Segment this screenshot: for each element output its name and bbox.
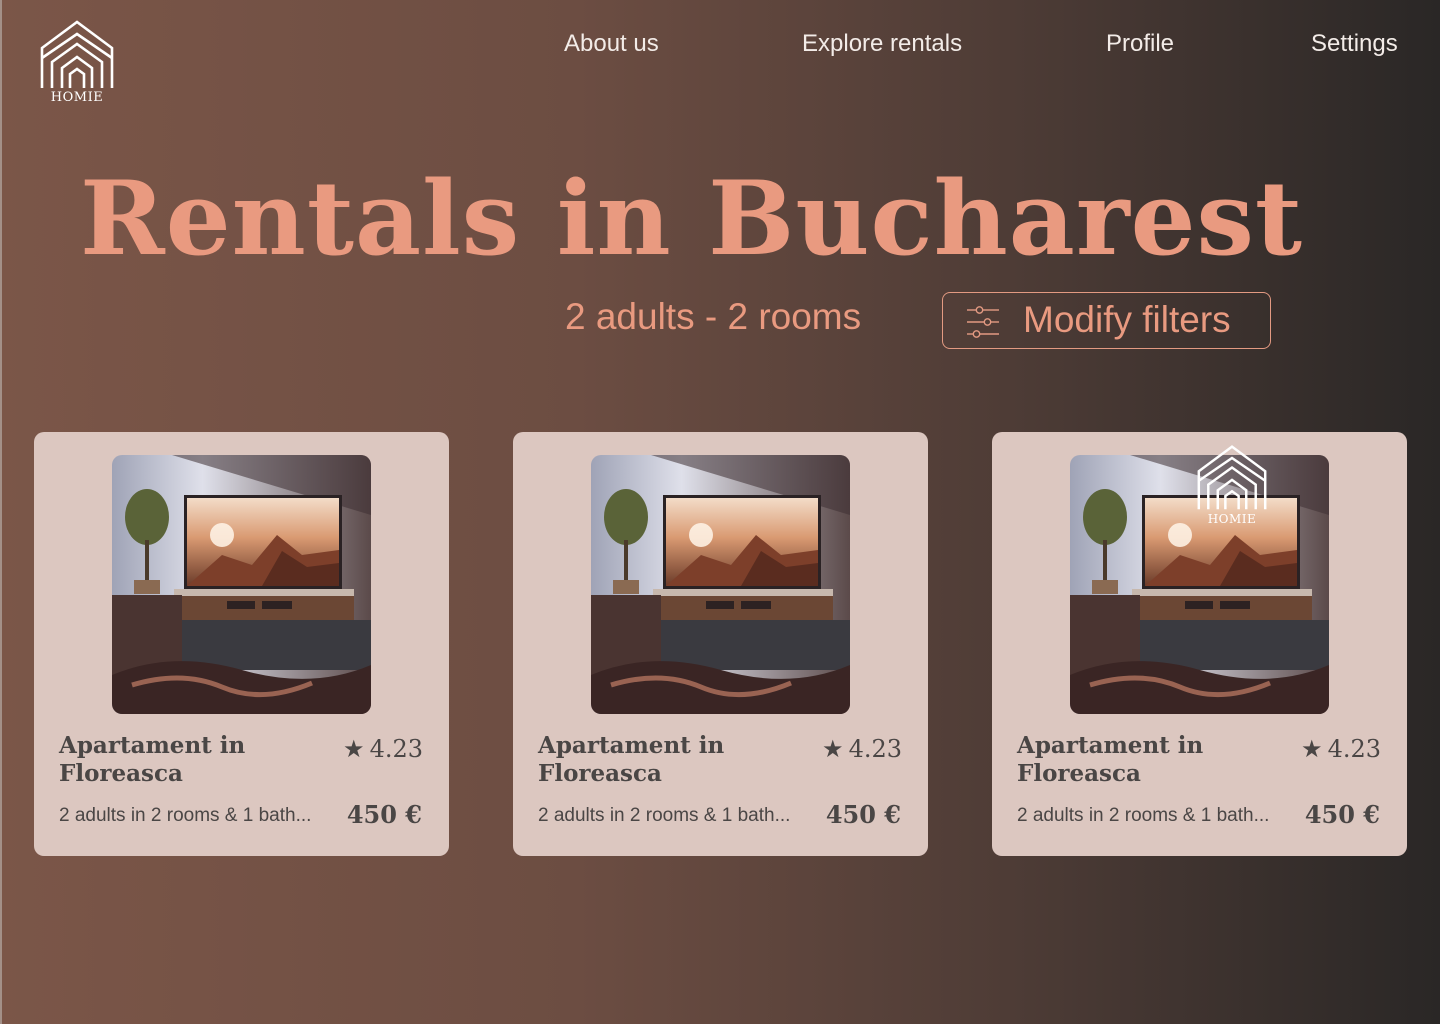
listing-title: Apartament in Floreasca xyxy=(59,732,246,787)
listing-price: 450 € xyxy=(1304,800,1380,829)
listing-description: 2 adults in 2 rooms & 1 bath... xyxy=(538,805,791,826)
modify-filters-label: Modify filters xyxy=(1023,299,1231,340)
main-nav: About us Explore rentals Profile Setting… xyxy=(0,30,1440,60)
house-logo-icon xyxy=(1197,445,1267,510)
listing-rating: ★ 4.23 xyxy=(822,735,902,765)
listing-description: 2 adults in 2 rooms & 1 bath... xyxy=(59,805,312,826)
window-edge xyxy=(0,0,2,1024)
star-icon: ★ xyxy=(821,735,844,763)
listing-price: 450 € xyxy=(346,800,422,829)
listing-title: Apartament in Floreasca xyxy=(1017,732,1204,787)
nav-about-us[interactable]: About us xyxy=(564,30,659,58)
overlay-brand-name: HOMIE xyxy=(1207,512,1257,526)
listing-card[interactable]: Apartament in Floreasca ★ 4.23 2 adults … xyxy=(34,432,449,856)
listing-title: Apartament in Floreasca xyxy=(538,732,725,787)
guests-summary: 2 adults - 2 rooms xyxy=(565,296,862,337)
page-title: Rentals in Bucharest xyxy=(80,159,1304,279)
listing-description: 2 adults in 2 rooms & 1 bath... xyxy=(1017,805,1270,826)
listing-photo xyxy=(112,455,371,714)
overlay-brand-logo: HOMIE xyxy=(1195,442,1269,530)
nav-settings[interactable]: Settings xyxy=(1311,30,1398,58)
nav-explore-rentals[interactable]: Explore rentals xyxy=(802,30,962,58)
living-room-photo xyxy=(591,455,850,714)
brand-name: HOMIE xyxy=(50,90,104,105)
listing-rating: ★ 4.23 xyxy=(1301,735,1381,765)
listing-card[interactable]: Apartament in Floreasca ★ 4.23 2 adults … xyxy=(513,432,928,856)
rating-value: 4.23 xyxy=(848,735,902,763)
living-room-photo xyxy=(112,455,371,714)
star-icon: ★ xyxy=(1300,735,1323,763)
sliders-icon xyxy=(967,306,999,338)
rating-value: 4.23 xyxy=(1327,735,1381,763)
listing-photo xyxy=(591,455,850,714)
listing-price: 450 € xyxy=(825,800,901,829)
listing-rating: ★ 4.23 xyxy=(343,735,423,765)
modify-filters-button[interactable]: Modify filters xyxy=(942,292,1271,349)
rating-value: 4.23 xyxy=(369,735,423,763)
star-icon: ★ xyxy=(342,735,365,763)
nav-profile[interactable]: Profile xyxy=(1106,30,1174,58)
